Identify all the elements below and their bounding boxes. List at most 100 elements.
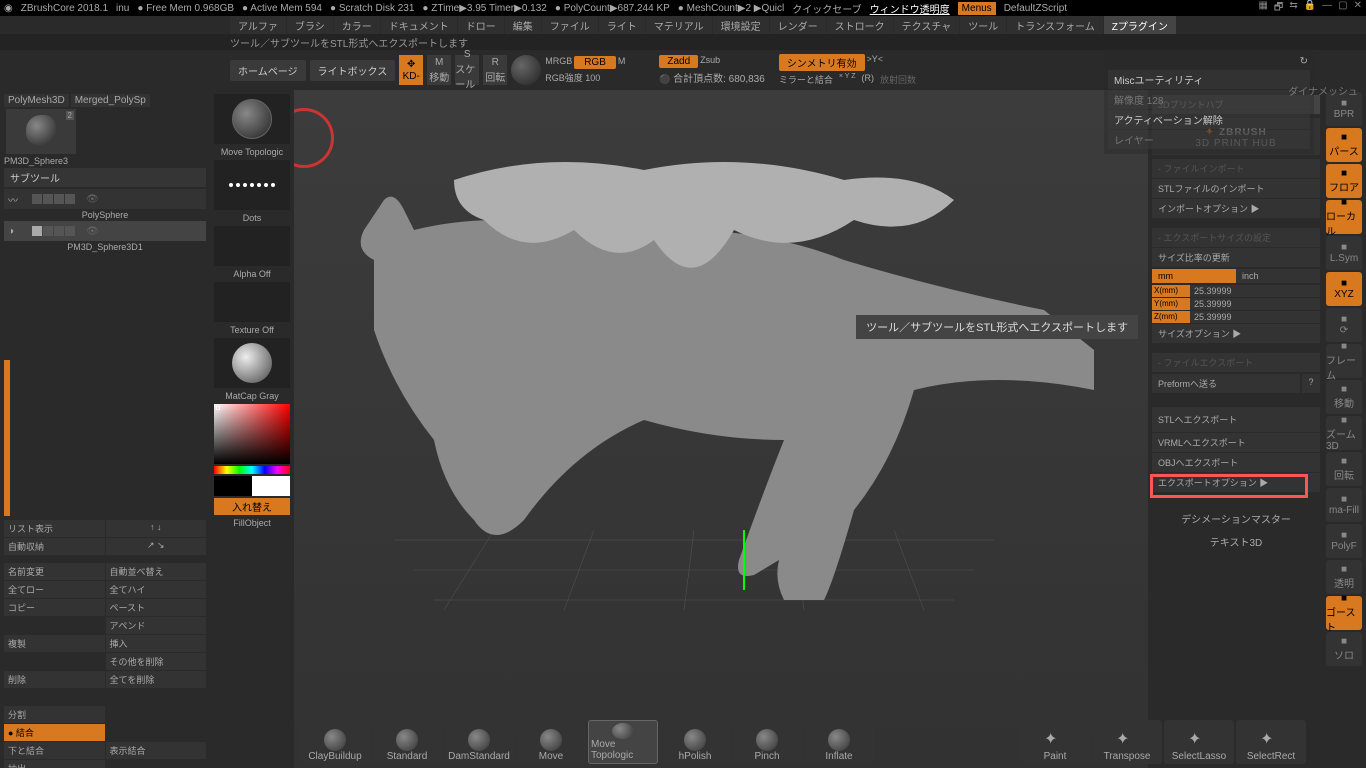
scale-button[interactable]: Sスケール xyxy=(455,55,479,85)
material-preview[interactable] xyxy=(214,338,290,388)
homepage-button[interactable]: ホームページ xyxy=(230,60,306,81)
move-button[interactable]: M移動 xyxy=(427,55,451,85)
strip-⟳[interactable]: ■⟳ xyxy=(1326,308,1362,342)
auto-collapse-button[interactable]: 自動収納 xyxy=(4,538,105,555)
brush-DamStandard[interactable]: DamStandard xyxy=(444,720,514,764)
overlay-activation[interactable]: アクティベーション解除 xyxy=(1108,110,1310,129)
stl-import-button[interactable]: STLファイルのインポート xyxy=(1152,179,1320,198)
y-sym-label[interactable]: >Y< xyxy=(867,54,884,71)
mrgb-label[interactable]: MRGB xyxy=(545,56,572,69)
lock-icon[interactable]: 🔒 xyxy=(1304,0,1316,17)
dim-Y(mm)[interactable]: Y(mm)25.39999 xyxy=(1152,298,1320,310)
menu-ツール[interactable]: ツール xyxy=(960,16,1006,34)
material-preview[interactable] xyxy=(511,55,541,85)
brush-hPolish[interactable]: hPolish xyxy=(660,720,730,764)
subtool-row-1[interactable]: ◑ 👁 xyxy=(4,221,206,241)
tool-thumbnail[interactable]: 2 xyxy=(6,109,76,154)
left-btn-4-1[interactable]: 挿入 xyxy=(106,635,207,652)
strip-XYZ[interactable]: ■XYZ xyxy=(1326,272,1362,306)
r-label[interactable]: (R) xyxy=(862,73,875,86)
symmetry-button[interactable]: シンメトリ有効 xyxy=(779,54,865,71)
brush-preview[interactable] xyxy=(214,94,290,144)
left-btn-8-0[interactable]: 分割 xyxy=(4,706,105,723)
overlay-dynamesh[interactable]: ダイナメッシュ xyxy=(1282,81,1364,100)
menu-テクスチャ[interactable]: テクスチャ xyxy=(894,16,960,34)
vrml-export-button[interactable]: VRMLへエクスポート xyxy=(1152,433,1320,452)
menu-編集[interactable]: 編集 xyxy=(505,16,541,34)
strip-ゴースト[interactable]: ■ゴースト xyxy=(1326,596,1362,630)
stroke-preview[interactable] xyxy=(214,160,290,210)
project-tab-0[interactable]: PolyMesh3D xyxy=(4,94,69,107)
hue-slider[interactable] xyxy=(214,466,290,474)
brush-ClayBuildup[interactable]: ClayBuildup xyxy=(300,720,370,764)
color-picker[interactable] xyxy=(214,404,290,464)
refresh-icon[interactable]: ↻ xyxy=(1300,56,1308,67)
import-options-button[interactable]: インポートオプション ▶ xyxy=(1152,199,1320,218)
left-btn-4-0[interactable]: 複製 xyxy=(4,635,105,652)
overlay-misc[interactable]: Miscユーティリティ xyxy=(1108,70,1310,89)
strip-回転[interactable]: ■回転 xyxy=(1326,452,1362,486)
minimize-icon[interactable]: — xyxy=(1322,0,1332,17)
lightbox-button[interactable]: ライトボックス xyxy=(310,60,396,81)
left-btn-6-0[interactable]: 削除 xyxy=(4,671,105,688)
arrow-buttons[interactable]: ↑ ↓ xyxy=(106,520,207,537)
swatch-black[interactable] xyxy=(214,476,252,496)
menu-環境設定[interactable]: 環境設定 xyxy=(713,16,769,34)
strip-PolyF[interactable]: ■PolyF xyxy=(1326,524,1362,558)
menu-カラー[interactable]: カラー xyxy=(334,16,380,34)
edit-mode-icon[interactable]: ✥KD- xyxy=(399,55,423,85)
menu-レンダー[interactable]: レンダー xyxy=(770,16,826,34)
rotate-button[interactable]: R回転 xyxy=(483,55,507,85)
project-tab-1[interactable]: Merged_PolySp xyxy=(71,94,150,107)
quicksave[interactable]: クイックセーブ xyxy=(792,1,861,16)
dim-X(mm)[interactable]: X(mm)25.39999 xyxy=(1152,285,1320,297)
strip-パース[interactable]: ■パース xyxy=(1326,128,1362,162)
rgb-intensity[interactable]: RGB強度 100 xyxy=(545,71,625,84)
fill-object[interactable]: FillObject xyxy=(212,517,292,529)
tool-Transpose[interactable]: ✦Transpose xyxy=(1092,720,1162,764)
list-view-button[interactable]: リスト表示 xyxy=(4,520,105,537)
unit-toggle[interactable]: mm inch xyxy=(1152,269,1320,283)
strip-透明[interactable]: ■透明 xyxy=(1326,560,1362,594)
texture-preview[interactable] xyxy=(214,282,290,322)
brush-Move[interactable]: Move xyxy=(516,720,586,764)
menus-button[interactable]: Menus xyxy=(958,2,996,15)
subtool-row-0[interactable]: 〰 👁 xyxy=(4,189,206,209)
zsub-label[interactable]: Zsub xyxy=(700,55,720,68)
size-options-button[interactable]: サイズオプション ▶ xyxy=(1152,324,1320,343)
brush-Inflate[interactable]: Inflate xyxy=(804,720,874,764)
left-btn-0-0[interactable]: 名前変更 xyxy=(4,563,105,580)
visibility-icon[interactable]: 👁 xyxy=(86,226,99,237)
zadd-button[interactable]: Zadd xyxy=(659,55,698,68)
strip-ma-Fill[interactable]: ■ma-Fill xyxy=(1326,488,1362,522)
help-button[interactable]: ? xyxy=(1302,374,1320,393)
left-btn-1-1[interactable]: 全てハイ xyxy=(106,581,207,598)
swatch-white[interactable] xyxy=(252,476,290,496)
strip-ローカル[interactable]: ■ローカル xyxy=(1326,200,1362,234)
swap-button[interactable]: 入れ替え xyxy=(214,498,290,515)
alpha-preview[interactable] xyxy=(214,226,290,266)
left-btn-11-0[interactable]: 抽出 xyxy=(4,760,105,768)
left-btn-10-1[interactable]: 表示結合 xyxy=(106,742,207,759)
left-btn-3-1[interactable]: アペンド xyxy=(106,617,207,634)
stl-export-button[interactable]: STLへエクスポート xyxy=(1152,407,1320,432)
text-3d[interactable]: テキスト3D xyxy=(1152,530,1320,553)
left-btn-2-0[interactable]: コピー xyxy=(4,599,105,616)
menu-ドロー[interactable]: ドロー xyxy=(458,16,504,34)
menu-ストローク[interactable]: ストローク xyxy=(827,16,893,34)
export-options-button[interactable]: エクスポートオプション ▶ xyxy=(1152,473,1320,492)
maximize-icon[interactable]: ▢ xyxy=(1338,0,1347,17)
strip-移動[interactable]: ■移動 xyxy=(1326,380,1362,414)
tool-SelectLasso[interactable]: ✦SelectLasso xyxy=(1164,720,1234,764)
preform-button[interactable]: Preformへ送る xyxy=(1152,374,1300,393)
strip-ズーム3D[interactable]: ■ズーム3D xyxy=(1326,416,1362,450)
viewport[interactable]: ツール／サブツールをSTL形式へエクスポートします xyxy=(294,90,1148,768)
menu-アルファ[interactable]: アルファ xyxy=(230,16,286,34)
menu-トランスフォーム[interactable]: トランスフォーム xyxy=(1007,16,1103,34)
radiate-count[interactable]: 放射回数 xyxy=(880,73,916,86)
menu-ブラシ[interactable]: ブラシ xyxy=(287,16,333,34)
menu-ファイル[interactable]: ファイル xyxy=(542,16,598,34)
swap-icon[interactable]: ⇆ xyxy=(1289,0,1297,17)
rgb-button[interactable]: RGB xyxy=(574,56,616,69)
tool-SelectRect[interactable]: ✦SelectRect xyxy=(1236,720,1306,764)
